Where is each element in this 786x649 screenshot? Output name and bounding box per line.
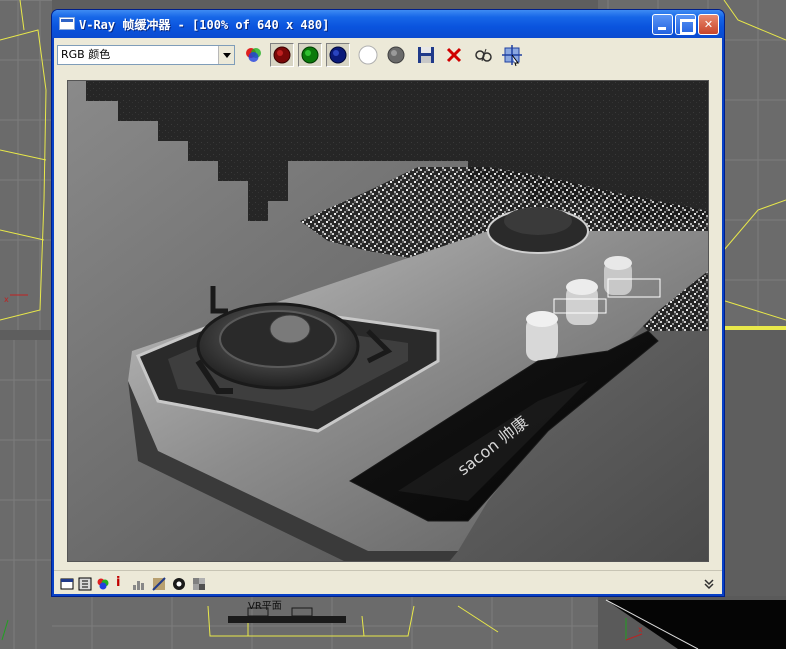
viewport-object-label: VR平面 <box>248 601 282 612</box>
alpha-channel-icon[interactable] <box>356 43 380 67</box>
channel-select-value: RGB 颜色 <box>61 48 111 61</box>
svg-text:x: x <box>638 625 643 634</box>
stove-render-image: sacon 帅康 <box>68 81 708 561</box>
viewport-top-left[interactable]: x <box>0 0 52 330</box>
color-corrections-icon[interactable] <box>96 576 110 590</box>
vfb-toolbar: RGB 颜色 <box>54 40 722 70</box>
viewport-wireframe <box>52 596 598 649</box>
channel-select[interactable]: RGB 颜色 <box>57 45 235 65</box>
blue-channel-icon[interactable] <box>326 43 350 67</box>
save-image-icon[interactable] <box>414 43 438 67</box>
display-color-channels-icon[interactable] <box>242 43 266 67</box>
viewport-bottom-right[interactable]: x <box>598 596 786 649</box>
render-last-icon[interactable] <box>60 576 74 590</box>
green-channel-icon[interactable] <box>298 43 322 67</box>
render-info-icon[interactable]: i <box>116 576 130 590</box>
expand-panel-icon[interactable] <box>702 576 716 590</box>
track-mouse-render-icon[interactable] <box>500 43 524 67</box>
vray-frame-buffer-window: V-Ray 帧缓冲器 - [100% of 640 x 480] ✕ RGB 颜… <box>52 10 724 596</box>
render-canvas[interactable]: sacon 帅康 <box>67 80 709 562</box>
viewport-bottom[interactable]: VR平面 <box>52 596 598 649</box>
curves-icon[interactable] <box>152 576 166 591</box>
settings-icon[interactable] <box>192 576 206 590</box>
close-button[interactable]: ✕ <box>698 14 719 35</box>
window-title: V-Ray 帧缓冲器 - [100% of 640 x 480] <box>79 18 330 32</box>
max-desktop: x VR平面 x V-Ray 帧缓冲器 - [100% of 640 x 480… <box>0 0 786 649</box>
duplicate-to-max-vfb-icon[interactable] <box>472 43 496 67</box>
histogram-icon[interactable] <box>132 576 146 590</box>
chevron-down-icon[interactable] <box>218 46 234 64</box>
vfb-statusbar: i <box>54 570 722 594</box>
viewport-wireframe: x <box>0 0 52 330</box>
svg-text:x: x <box>4 295 9 304</box>
viewport-grid <box>0 340 52 649</box>
monochrome-icon[interactable] <box>384 43 408 67</box>
maximize-button[interactable] <box>675 14 696 35</box>
clear-image-icon[interactable] <box>442 43 466 67</box>
minimize-button[interactable] <box>652 14 673 35</box>
title-bar[interactable]: V-Ray 帧缓冲器 - [100% of 640 x 480] ✕ <box>52 10 724 38</box>
red-channel-icon[interactable] <box>270 43 294 67</box>
region-render-icon[interactable] <box>78 576 92 591</box>
window-icon <box>59 17 75 30</box>
viewport-wireframe: x <box>605 599 786 649</box>
lens-effects-icon[interactable] <box>172 576 186 590</box>
viewport-bottom-left[interactable] <box>0 340 52 649</box>
